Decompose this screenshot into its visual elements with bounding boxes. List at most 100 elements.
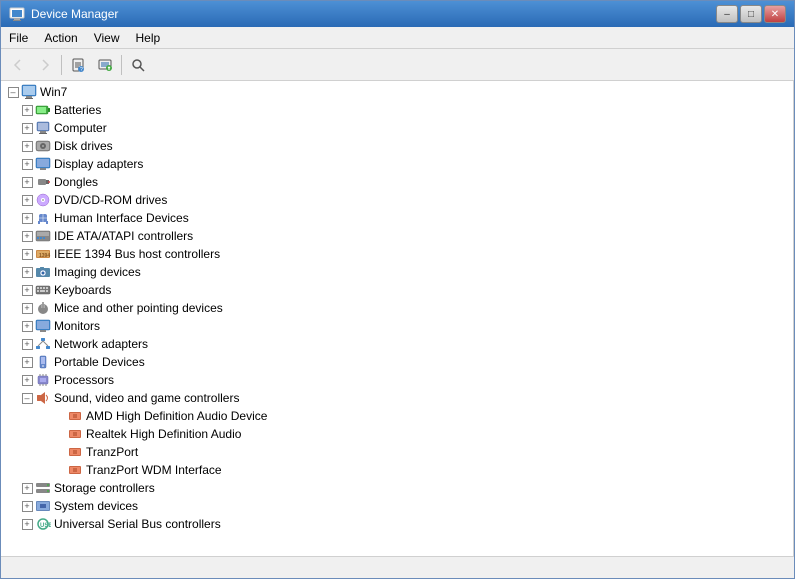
tree-node-sound[interactable]: – Sound, video and game controllers — [3, 389, 791, 407]
expander-sound[interactable]: – — [19, 390, 35, 406]
expand-btn-network[interactable]: + — [22, 339, 33, 350]
tree-node-dongles[interactable]: + Dongles — [3, 173, 791, 191]
expand-btn-dongles[interactable]: + — [22, 177, 33, 188]
expand-btn-system[interactable]: + — [22, 501, 33, 512]
status-bar — [1, 556, 794, 578]
tree-node-amd[interactable]: AMD High Definition Audio Device — [3, 407, 791, 425]
tree-node-computer[interactable]: + Computer — [3, 119, 791, 137]
tree-node-mice[interactable]: + Mice and other pointing devices — [3, 299, 791, 317]
minimize-button[interactable]: – — [716, 5, 738, 23]
back-icon — [11, 58, 25, 72]
menu-action[interactable]: Action — [36, 27, 85, 48]
tree-node-tranz[interactable]: TranzPort — [3, 443, 791, 461]
forward-button[interactable] — [32, 53, 58, 77]
expand-btn-portable[interactable]: + — [22, 357, 33, 368]
expander-batteries[interactable]: + — [19, 102, 35, 118]
expander-dvd[interactable]: + — [19, 192, 35, 208]
close-button[interactable]: ✕ — [764, 5, 786, 23]
expander-imaging[interactable]: + — [19, 264, 35, 280]
properties-button[interactable]: ? — [65, 53, 91, 77]
expander-processors[interactable]: + — [19, 372, 35, 388]
window-title: Device Manager — [31, 7, 118, 21]
back-button[interactable] — [5, 53, 31, 77]
tree-node-storage[interactable]: + Storage controllers — [3, 479, 791, 497]
expand-btn-display[interactable]: + — [22, 159, 33, 170]
tree-node-ieee[interactable]: + 1394 IEEE 1394 Bus host controllers — [3, 245, 791, 263]
system-icon — [35, 499, 51, 513]
expander-dongles[interactable]: + — [19, 174, 35, 190]
menu-help[interactable]: Help — [128, 27, 169, 48]
label-disk: Disk drives — [54, 137, 113, 155]
expand-btn-human[interactable]: + — [22, 213, 33, 224]
icon-computer — [35, 120, 51, 136]
scan-button[interactable] — [125, 53, 151, 77]
tree-node-dvd[interactable]: + DVD/CD-ROM drives — [3, 191, 791, 209]
expander-ieee[interactable]: + — [19, 246, 35, 262]
tree-node-usb[interactable]: + USB Universal Serial Bus controllers — [3, 515, 791, 533]
icon-imaging — [35, 264, 51, 280]
label-storage: Storage controllers — [54, 479, 155, 497]
audio-realtek-icon — [67, 427, 83, 441]
expand-btn-dvd[interactable]: + — [22, 195, 33, 206]
tree-node-monitors[interactable]: + Monitors — [3, 317, 791, 335]
expand-btn-win7[interactable]: – — [8, 87, 19, 98]
tree-node-disk[interactable]: + Disk drives — [3, 137, 791, 155]
menu-file[interactable]: File — [1, 27, 36, 48]
label-portable: Portable Devices — [54, 353, 145, 371]
icon-processors — [35, 372, 51, 388]
icon-disk — [35, 138, 51, 154]
tree-node-ide[interactable]: + IDE ATA/ATAPI controllers — [3, 227, 791, 245]
label-ieee: IEEE 1394 Bus host controllers — [54, 245, 220, 263]
tree-panel[interactable]: – Win7 + — [1, 81, 794, 556]
tree-node-imaging[interactable]: + Imaging devices — [3, 263, 791, 281]
expand-btn-batteries[interactable]: + — [22, 105, 33, 116]
expander-usb[interactable]: + — [19, 516, 35, 532]
expand-btn-disk[interactable]: + — [22, 141, 33, 152]
label-mice: Mice and other pointing devices — [54, 299, 223, 317]
tree-node-win7[interactable]: – Win7 — [3, 83, 791, 101]
expand-btn-computer[interactable]: + — [22, 123, 33, 134]
label-usb: Universal Serial Bus controllers — [54, 515, 221, 533]
menu-view[interactable]: View — [86, 27, 128, 48]
expand-btn-usb[interactable]: + — [22, 519, 33, 530]
expander-keyboards[interactable]: + — [19, 282, 35, 298]
mice-icon — [35, 301, 51, 315]
expander-human[interactable]: + — [19, 210, 35, 226]
expand-btn-mice[interactable]: + — [22, 303, 33, 314]
expander-monitors[interactable]: + — [19, 318, 35, 334]
tree-node-tranzwdm[interactable]: TranzPort WDM Interface — [3, 461, 791, 479]
expander-storage[interactable]: + — [19, 480, 35, 496]
expander-win7[interactable]: – — [5, 84, 21, 100]
expand-btn-ieee[interactable]: + — [22, 249, 33, 260]
tree-node-display[interactable]: + Display adapters — [3, 155, 791, 173]
expander-display[interactable]: + — [19, 156, 35, 172]
label-imaging: Imaging devices — [54, 263, 141, 281]
expander-ide[interactable]: + — [19, 228, 35, 244]
maximize-button[interactable]: □ — [740, 5, 762, 23]
expander-portable[interactable]: + — [19, 354, 35, 370]
expand-btn-sound[interactable]: – — [22, 393, 33, 404]
expand-btn-imaging[interactable]: + — [22, 267, 33, 278]
tree-node-batteries[interactable]: + Batteries — [3, 101, 791, 119]
expand-btn-storage[interactable]: + — [22, 483, 33, 494]
expander-disk[interactable]: + — [19, 138, 35, 154]
icon-storage — [35, 480, 51, 496]
tree-node-keyboards[interactable]: + Keyboards — [3, 281, 791, 299]
tree-node-system[interactable]: + System devices — [3, 497, 791, 515]
update-driver-button[interactable] — [92, 53, 118, 77]
svg-text:1394: 1394 — [39, 253, 50, 259]
tree-node-portable[interactable]: + Portable Devices — [3, 353, 791, 371]
expander-mice[interactable]: + — [19, 300, 35, 316]
expand-btn-ide[interactable]: + — [22, 231, 33, 242]
expand-btn-monitors[interactable]: + — [22, 321, 33, 332]
tree-node-human[interactable]: + Human Interface Devices — [3, 209, 791, 227]
label-processors: Processors — [54, 371, 114, 389]
expand-btn-keyboards[interactable]: + — [22, 285, 33, 296]
expand-btn-processors[interactable]: + — [22, 375, 33, 386]
expander-system[interactable]: + — [19, 498, 35, 514]
expander-network[interactable]: + — [19, 336, 35, 352]
tree-node-processors[interactable]: + Processor — [3, 371, 791, 389]
tree-node-network[interactable]: + Network adapters — [3, 335, 791, 353]
expander-computer[interactable]: + — [19, 120, 35, 136]
tree-node-realtek[interactable]: Realtek High Definition Audio — [3, 425, 791, 443]
